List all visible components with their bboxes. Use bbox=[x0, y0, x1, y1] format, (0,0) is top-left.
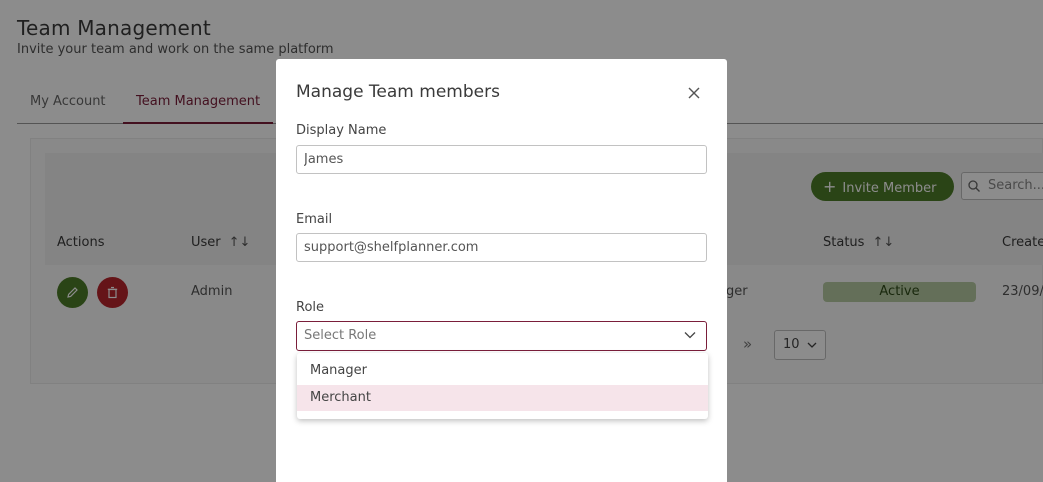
close-button[interactable] bbox=[686, 85, 702, 101]
role-dropdown-menu: Manager Merchant bbox=[297, 353, 708, 419]
role-label: Role bbox=[296, 300, 325, 315]
email-field[interactable] bbox=[296, 233, 707, 262]
display-name-label: Display Name bbox=[296, 123, 387, 138]
email-label: Email bbox=[296, 212, 333, 227]
close-icon bbox=[688, 87, 700, 99]
display-name-field[interactable] bbox=[296, 145, 707, 174]
modal-title: Manage Team members bbox=[296, 82, 500, 102]
role-select[interactable]: Select Role bbox=[296, 321, 707, 351]
role-option-manager[interactable]: Manager bbox=[297, 358, 708, 384]
role-select-placeholder: Select Role bbox=[304, 328, 377, 343]
role-option-merchant[interactable]: Merchant bbox=[297, 385, 708, 411]
chevron-down-icon bbox=[684, 332, 696, 339]
